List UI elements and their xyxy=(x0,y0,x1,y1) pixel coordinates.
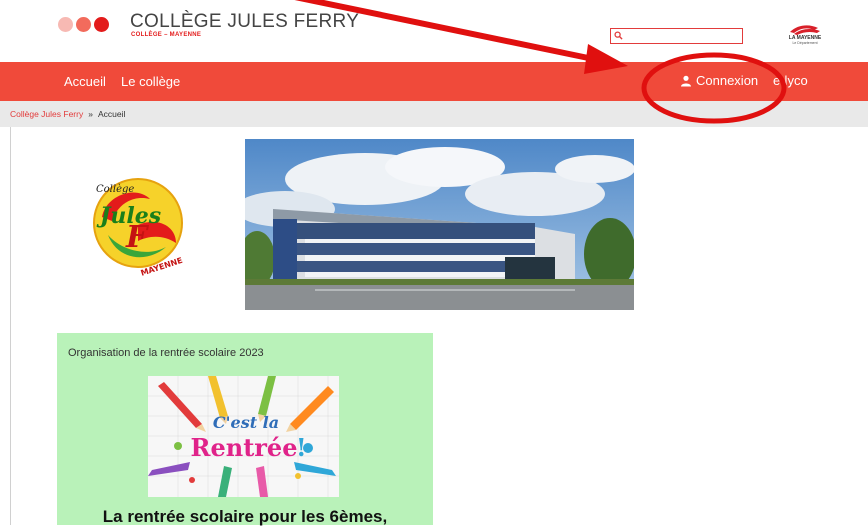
brand-dot-light xyxy=(58,17,73,32)
main-navbar: Accueil Le collège Connexion e-lyco xyxy=(0,62,868,101)
school-logo[interactable]: Collège Jules F MAYENNE xyxy=(78,175,198,280)
brand-dot-dark xyxy=(94,17,109,32)
site-header: COLLÈGE JULES FERRY COLLÈGE – MAYENNE LA… xyxy=(0,0,868,62)
ent-link[interactable]: e-lyco xyxy=(773,73,808,88)
breadcrumb: Collège Jules Ferry » Accueil xyxy=(0,101,868,127)
breadcrumb-current: Accueil xyxy=(97,109,126,119)
brand-dot-mid xyxy=(76,17,91,32)
department-swoosh-icon xyxy=(790,25,820,35)
rentree-exclamation: ! xyxy=(296,433,307,462)
nav-item-accueil[interactable]: Accueil xyxy=(64,74,106,89)
department-logo-subtext: Le Département xyxy=(792,41,818,45)
school-building-photo xyxy=(245,139,634,310)
rentree-illustration: C'est la Rentrée ! xyxy=(148,376,339,497)
rentree-text-cest-la: C'est la xyxy=(213,413,279,432)
search-icon xyxy=(614,31,623,40)
site-subtitle: COLLÈGE – MAYENNE xyxy=(131,32,202,38)
logo-text-f: F xyxy=(125,220,150,255)
nav-item-le-college[interactable]: Le collège xyxy=(121,74,180,89)
news-card-title[interactable]: Organisation de la rentrée scolaire 2023 xyxy=(68,347,264,359)
search-input[interactable] xyxy=(625,29,740,43)
user-icon xyxy=(681,75,691,86)
breadcrumb-separator: » xyxy=(88,109,93,119)
rentree-text-rentree: Rentrée xyxy=(191,433,298,462)
news-card[interactable]: Organisation de la rentrée scolaire 2023… xyxy=(57,333,433,527)
breadcrumb-home-link[interactable]: Collège Jules Ferry xyxy=(10,109,83,119)
news-card-headline[interactable]: La rentrée scolaire pour les 6èmes, xyxy=(57,507,433,527)
logo-text-college: Collège xyxy=(96,184,134,195)
brand-dots xyxy=(58,17,109,32)
site-title[interactable]: COLLÈGE JULES FERRY xyxy=(130,11,359,33)
department-logo[interactable]: LA MAYENNE Le Département xyxy=(784,22,826,48)
search-box[interactable] xyxy=(610,28,743,44)
connexion-link[interactable]: Connexion xyxy=(680,73,758,88)
connexion-label: Connexion xyxy=(696,73,759,88)
